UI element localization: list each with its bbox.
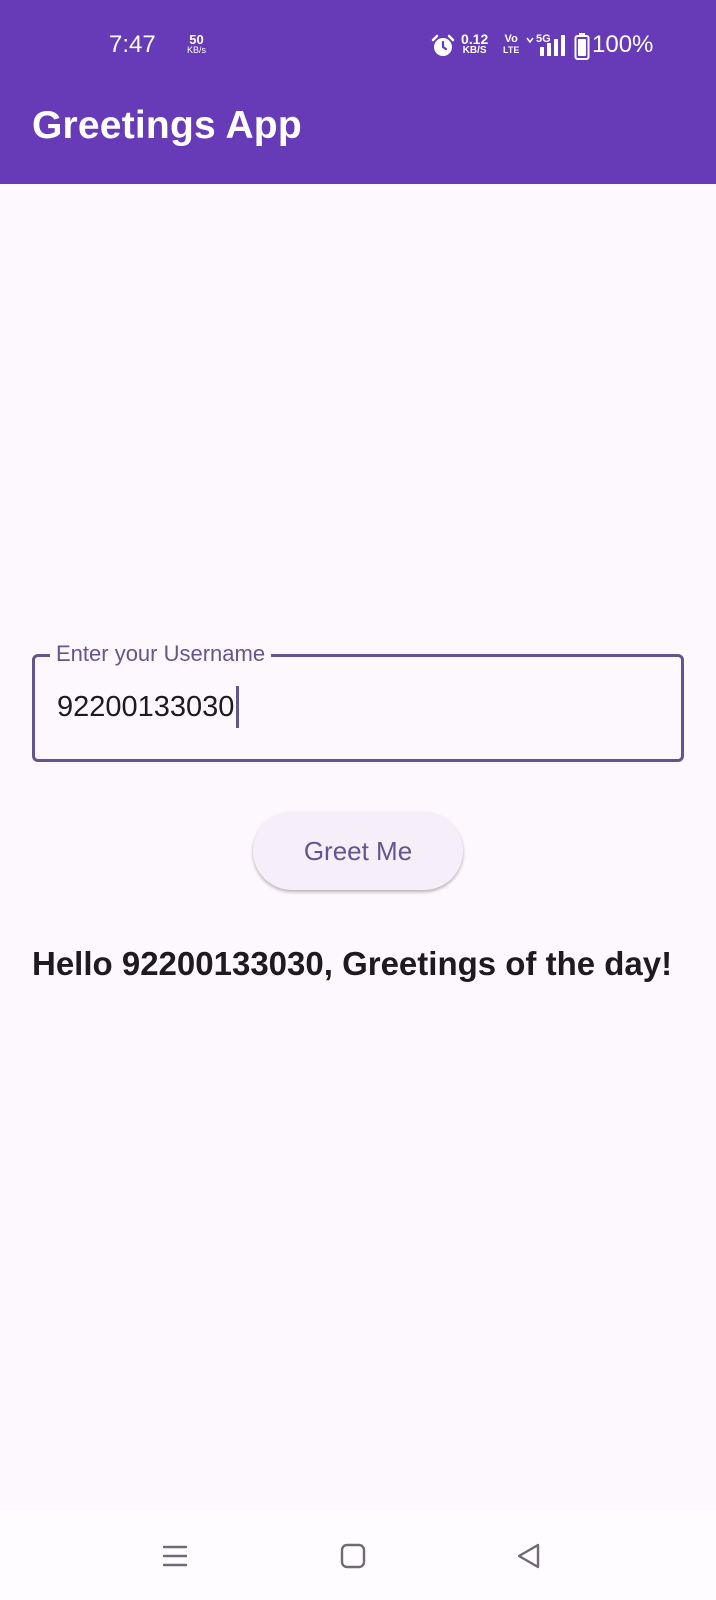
alarm-icon [431,34,455,63]
volte-top-label: Vo [504,33,518,45]
battery-icon [574,33,590,66]
app-bar: 7:47 50 KB/s 0.12 KB/S Vo LTE 5G 100% Gr… [0,0,716,184]
menu-icon[interactable] [155,1536,195,1576]
signal-icon: 5G [526,32,570,63]
app-title: Greetings App [32,104,302,147]
status-bar: 7:47 50 KB/s 0.12 KB/S Vo LTE 5G 100% [0,0,716,90]
data-speed-value: 50 [189,32,204,47]
battery-percent: 100% [592,31,654,58]
home-icon[interactable] [333,1536,373,1576]
network-speed-unit: KB/S [462,45,487,56]
username-input[interactable]: 92200133030 [57,686,240,728]
status-time: 7:47 [109,31,156,58]
greet-me-button[interactable]: Greet Me [253,812,463,890]
volte-indicator: Vo LTE [503,34,519,56]
system-nav-bar [0,1511,716,1600]
username-input-value: 92200133030 [57,690,235,723]
data-speed-unit: KB/s [187,45,207,55]
greeting-message: Hello 92200133030, Greetings of the day! [32,945,673,982]
username-field-label: Enter your Username [50,641,272,667]
network-speed-indicator: 0.12 KB/S [461,31,489,57]
text-cursor [236,686,240,728]
volte-bottom-label: LTE [503,45,520,55]
data-speed-indicator: 50 KB/s [187,32,207,56]
network-speed-value: 0.12 [461,31,489,47]
back-icon[interactable] [509,1536,549,1576]
